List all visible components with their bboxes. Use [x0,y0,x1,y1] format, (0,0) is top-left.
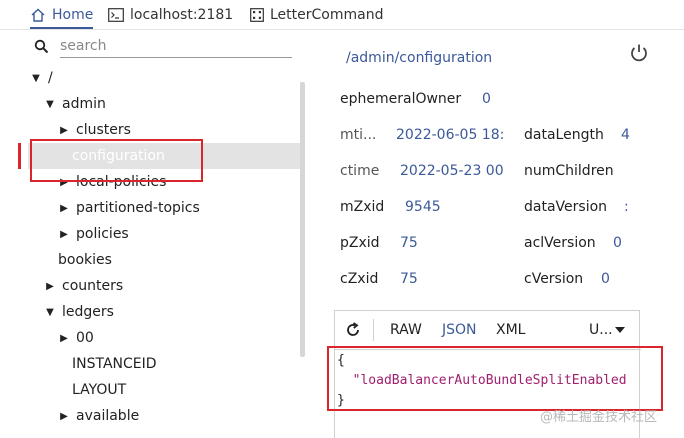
watermark: @稀土掘金技术社区 [540,410,658,425]
tree-node-label: ledgers [62,304,114,320]
stat-acl-version: aclVersion 0 [524,235,622,251]
stat-cversion: cVersion 0 [524,271,610,287]
format-json-button[interactable]: JSON [442,322,477,338]
tree-node-ledgers[interactable]: ▼ ledgers [0,299,300,325]
tree-node-admin[interactable]: ▼ admin [0,91,300,117]
stat-mzxid: mZxid 9545 [340,199,441,215]
stat-pzxid: pZxid 75 [340,235,418,251]
expand-arrow-icon[interactable]: ▶ [44,281,56,292]
expand-arrow-icon[interactable]: ▼ [44,307,56,318]
expand-arrow-icon[interactable]: ▼ [44,99,56,110]
tree-node-label: admin [62,96,106,112]
expand-arrow-icon[interactable]: ▼ [30,73,42,84]
format-raw-button[interactable]: RAW [390,322,422,338]
tree-node-label: INSTANCEID [72,356,157,372]
tree-node-bookies[interactable]: bookies [0,247,300,273]
terminal-icon [108,7,124,22]
tab-home-label: Home [52,6,94,23]
disconnect-button[interactable] [628,42,650,64]
tree-node-instanceid[interactable]: INSTANCEID [0,351,300,377]
caret-down-icon [614,322,625,338]
stat-ephemeral-owner: ephemeralOwner 0 [340,91,491,107]
stat-num-children: numChildren [524,163,614,179]
tree-node-label: counters [62,278,124,294]
stat-mtime: mti... 2022-06-05 18: [340,127,505,143]
expand-arrow-icon[interactable]: ▶ [58,411,70,422]
selection-marker [18,143,21,169]
power-icon [628,44,650,68]
refresh-button[interactable] [345,322,361,342]
tab-localhost-label: localhost:2181 [130,6,234,23]
expand-arrow-icon[interactable]: ▶ [58,229,70,240]
tree-scrollbar[interactable] [300,82,305,357]
stat-data-length: dataLength 4 [524,127,630,143]
tab-home[interactable]: Home [30,0,94,29]
tree-node-label: / [48,70,53,86]
tree-node-label: bookies [58,252,112,268]
tree-node-layout[interactable]: LAYOUT [0,377,300,403]
format-xml-button[interactable]: XML [496,322,525,338]
stat-ctime: ctime 2022-05-23 00 [340,163,504,179]
charset-select[interactable]: U... [589,322,625,338]
stat-data-version: dataVersion : [524,199,629,215]
grid-icon [250,7,264,22]
tree-node-label: partitioned-topics [76,200,200,216]
toolbar-divider [373,319,374,341]
tab-bar: Home localhost:2181 LetterCommand [0,0,684,30]
tree-node-policies[interactable]: ▶ policies [0,221,300,247]
search-icon [34,39,49,58]
tree-node-label: available [76,408,140,424]
expand-arrow-icon[interactable]: ▶ [58,333,70,344]
expand-arrow-icon[interactable]: ▶ [58,203,70,214]
charset-select-value: U... [589,322,613,338]
tree-node-root[interactable]: ▼ / [0,65,300,91]
tree-node-label: clusters [76,122,131,138]
editor-toolbar: RAW JSON XML U... [335,311,641,350]
refresh-icon [345,322,361,342]
home-icon [30,7,46,23]
tab-lettercommand-label: LetterCommand [270,6,384,23]
expand-arrow-icon[interactable]: ▶ [58,125,70,136]
tree-node-partitioned-topics[interactable]: ▶ partitioned-topics [0,195,300,221]
search-input[interactable] [60,35,292,58]
tree-node-00[interactable]: ▶ 00 [0,325,300,351]
highlight-box-editor [327,346,663,411]
tree-node-counters[interactable]: ▶ counters [0,273,300,299]
tree-node-label: 00 [76,330,94,346]
search-box [34,33,292,61]
tree-node-label: LAYOUT [72,382,127,398]
znode-tree: ▼ / ▼ admin ▶ clusters configuration ▶ l… [0,65,300,438]
highlight-box-tree [30,139,203,182]
stat-czxid: cZxid 75 [340,271,418,287]
znode-path: /admin/configuration [346,50,493,66]
tree-node-available[interactable]: ▶ available [0,403,300,429]
tree-node-label: policies [76,226,129,242]
tab-lettercommand[interactable]: LetterCommand [250,0,383,29]
tab-localhost[interactable]: localhost:2181 [108,0,233,29]
active-tab-indicator [30,27,94,29]
